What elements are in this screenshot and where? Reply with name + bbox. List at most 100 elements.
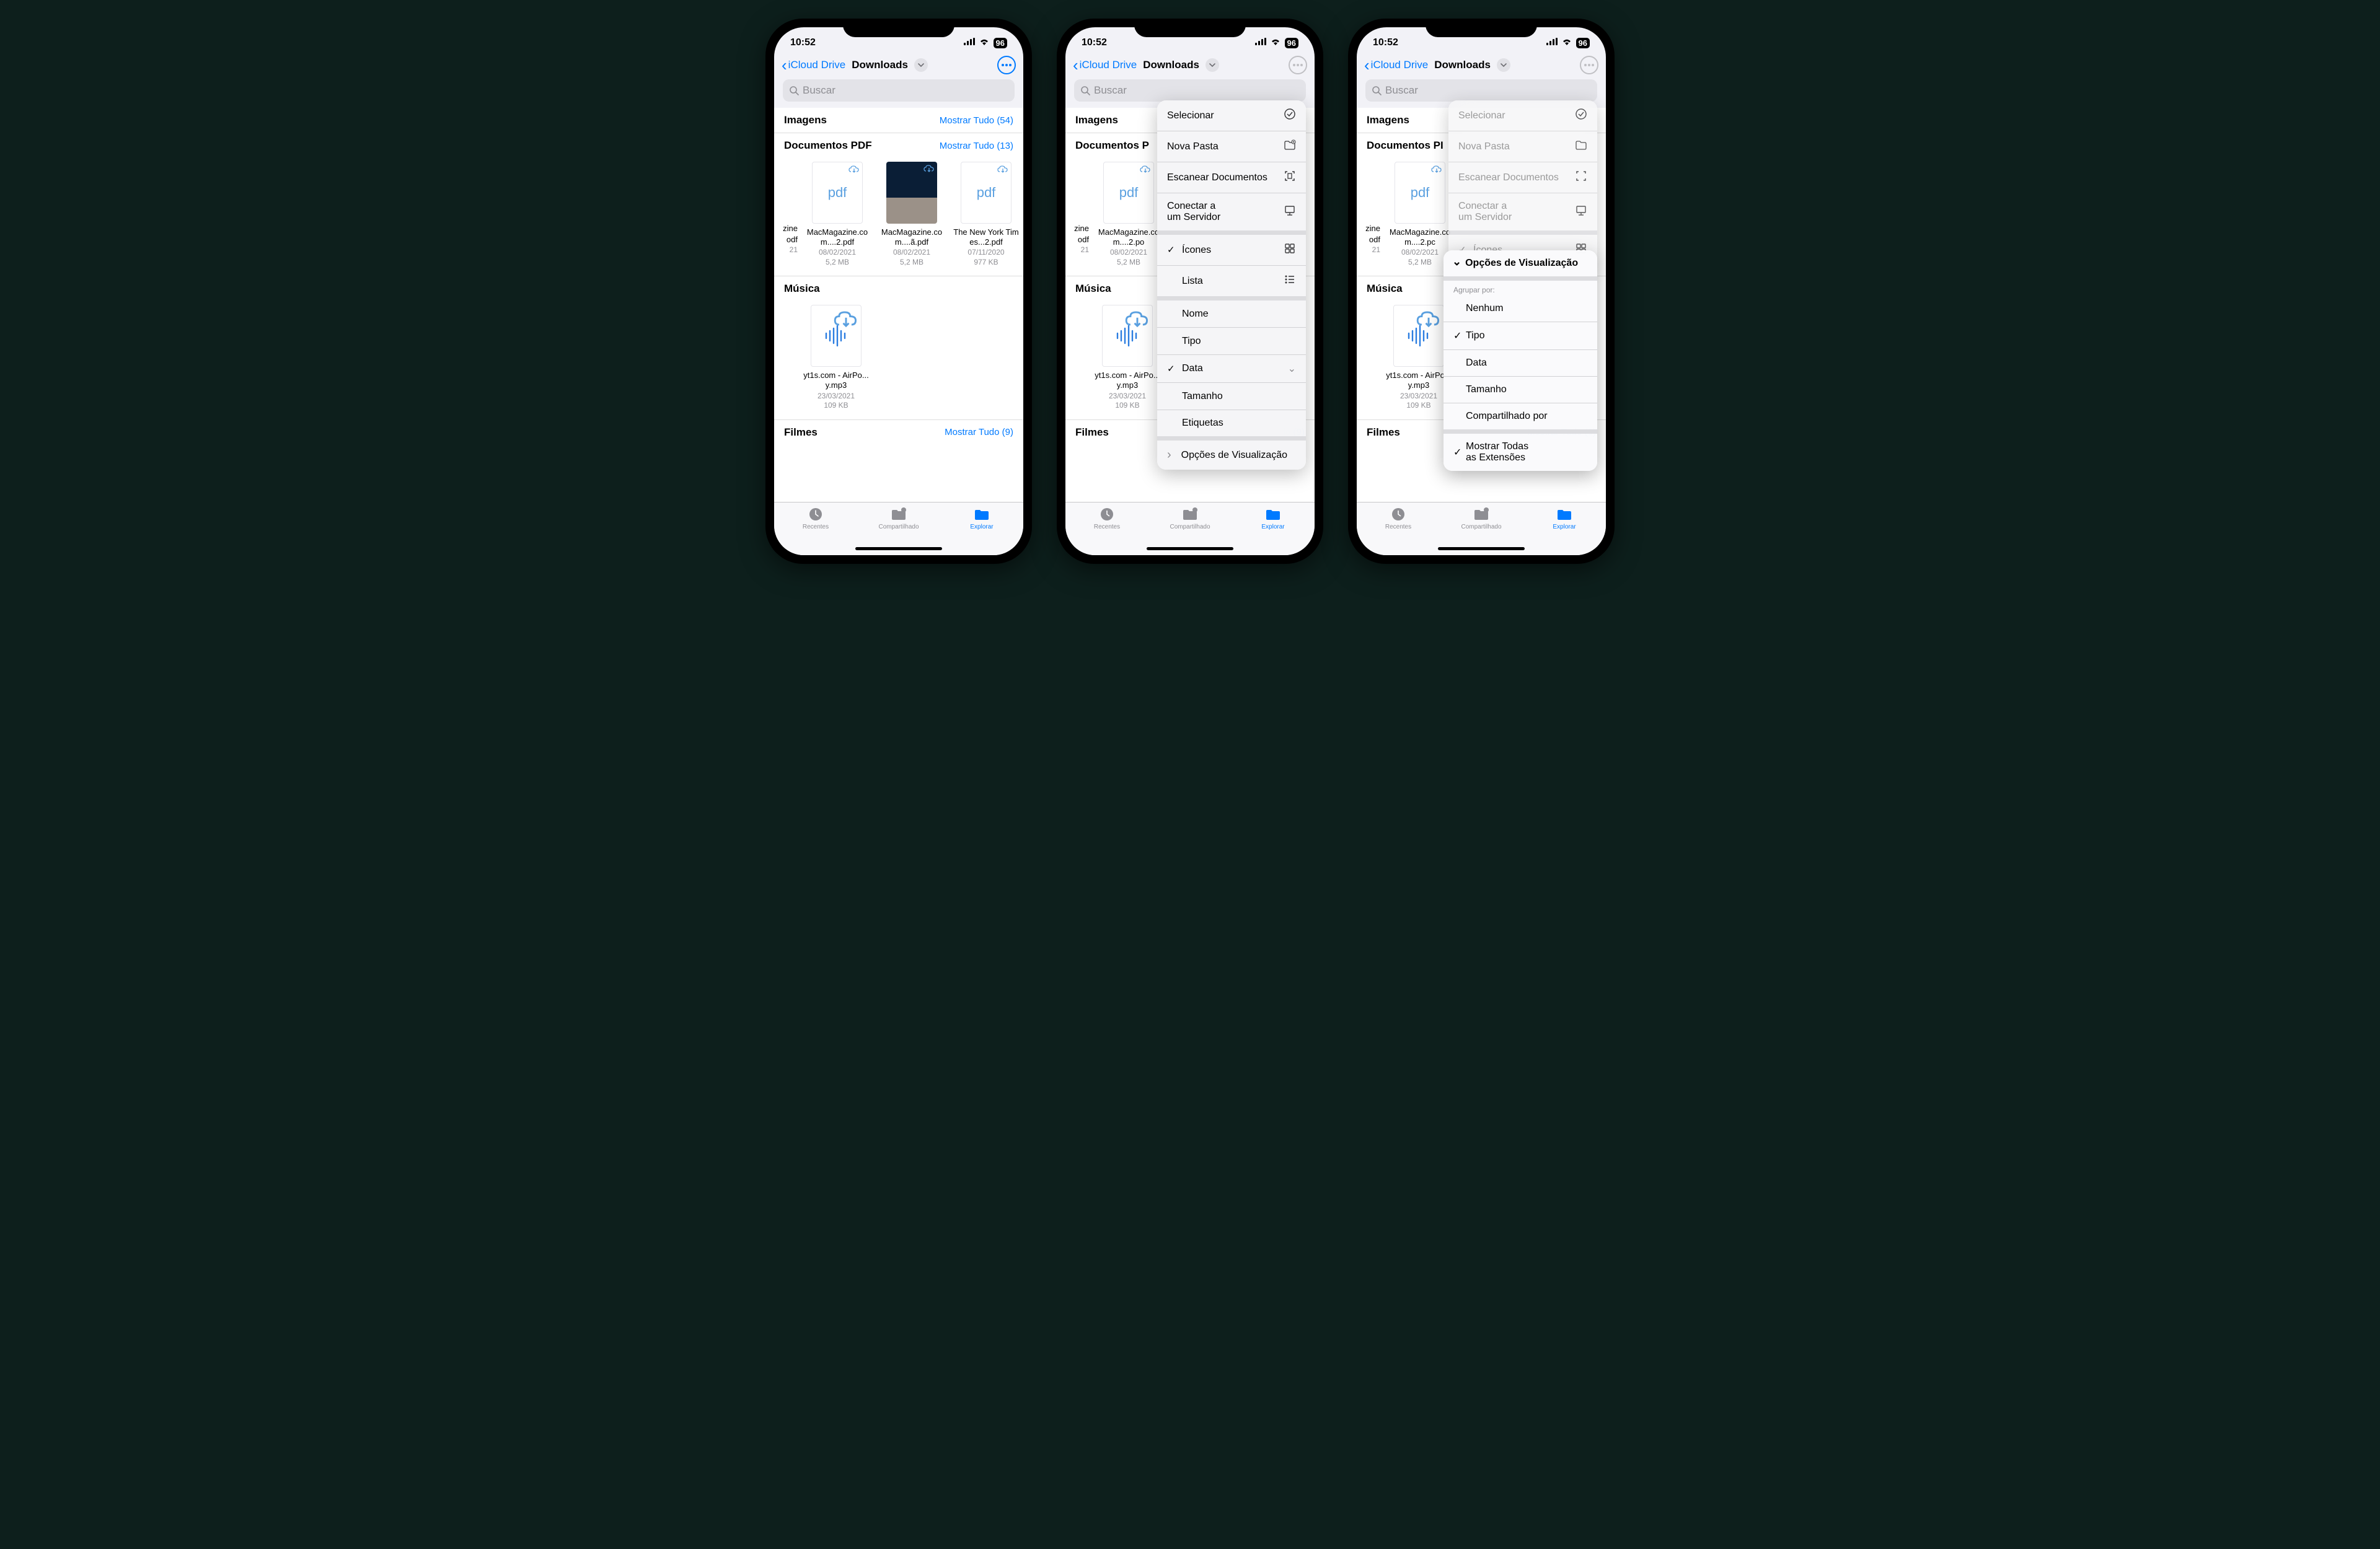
- section-header-imagens: Imagens Mostrar Tudo (54): [774, 108, 1023, 133]
- cellular-signal-icon: [964, 37, 975, 48]
- content-scroll[interactable]: Imagens Mostrar Tudo (54) Documentos PDF…: [774, 108, 1023, 502]
- cloud-download-icon: [1416, 308, 1441, 332]
- title-dropdown-button[interactable]: [1497, 58, 1510, 72]
- group-by-date[interactable]: Data: [1443, 350, 1597, 377]
- more-button[interactable]: [1580, 56, 1598, 74]
- cloud-download-icon: [1125, 308, 1150, 332]
- file-item[interactable]: zineodf21: [1357, 162, 1383, 267]
- tab-browse[interactable]: Explorar: [940, 506, 1023, 555]
- status-time: 10:52: [1373, 37, 1398, 48]
- search-placeholder: Buscar: [803, 84, 835, 97]
- status-time: 10:52: [790, 37, 816, 48]
- folder-person-icon: [890, 506, 907, 522]
- tab-recents[interactable]: Recentes: [1065, 506, 1148, 555]
- show-all-link[interactable]: Mostrar Tudo (13): [940, 141, 1013, 151]
- back-button[interactable]: ‹ iCloud Drive: [782, 57, 845, 73]
- phone-1: 10:52 96 ‹ iCloud Drive Downloads Buscar…: [765, 19, 1032, 564]
- clock-icon: [807, 506, 824, 522]
- files-row-pdf: zine odf 21 pdf MacMagazine.com....2.pdf…: [774, 158, 1023, 276]
- ellipsis-icon: [1002, 64, 1011, 66]
- wifi-icon: [1561, 37, 1572, 48]
- folder-person-icon: [1181, 506, 1199, 522]
- search-field[interactable]: Buscar: [1074, 79, 1306, 102]
- tab-recents[interactable]: Recentes: [774, 506, 857, 555]
- file-item[interactable]: pdf The New York Times...2.pdf 07/11/202…: [949, 162, 1023, 267]
- menu-sort-date[interactable]: Data⌄: [1157, 355, 1306, 383]
- menu-select[interactable]: Selecionar: [1157, 100, 1306, 131]
- folder-icon: [1264, 506, 1282, 522]
- phone-3: 10:52 96 ‹iCloud Drive Downloads Buscar …: [1348, 19, 1615, 564]
- cloud-download-icon: [834, 308, 858, 332]
- file-item[interactable]: zineodf21: [1065, 162, 1091, 267]
- group-by-type[interactable]: Tipo: [1443, 322, 1597, 350]
- home-indicator[interactable]: [1438, 547, 1525, 550]
- search-icon: [1372, 86, 1382, 95]
- group-by-none[interactable]: Nenhum: [1443, 296, 1597, 322]
- file-item[interactable]: pdf MacMagazine.com....2.pc 08/02/2021 5…: [1383, 162, 1457, 267]
- wifi-icon: [1270, 37, 1281, 48]
- section-header-pdf: Documentos PDF Mostrar Tudo (13): [774, 133, 1023, 158]
- notch: [1426, 19, 1537, 37]
- checkmark-icon: [1453, 446, 1466, 459]
- checkmark-icon: [1167, 363, 1176, 375]
- tab-browse[interactable]: Explorar: [1232, 506, 1315, 555]
- cellular-signal-icon: [1255, 37, 1266, 48]
- phone-2: 10:52 96 ‹iCloud Drive Downloads Buscar …: [1057, 19, 1323, 564]
- file-item[interactable]: zine odf 21: [774, 162, 800, 267]
- group-by-shared[interactable]: Compartilhado por: [1443, 403, 1597, 434]
- nav-title: Downloads: [1143, 59, 1199, 71]
- menu-view-list[interactable]: Lista: [1157, 266, 1306, 301]
- wifi-icon: [979, 37, 990, 48]
- home-indicator[interactable]: [855, 547, 942, 550]
- screen: 10:52 96 ‹iCloud Drive Downloads Buscar …: [1065, 27, 1315, 555]
- pdf-thumbnail: pdf: [1395, 162, 1445, 224]
- notch: [1134, 19, 1246, 37]
- folder-person-icon: [1473, 506, 1490, 522]
- menu-view-options[interactable]: Opções de Visualização: [1157, 441, 1306, 470]
- title-dropdown-button[interactable]: [914, 58, 928, 72]
- back-button[interactable]: ‹iCloud Drive: [1364, 57, 1428, 73]
- list-icon: [1284, 273, 1296, 289]
- chevron-left-icon: ‹: [1073, 57, 1078, 73]
- checkmark-icon: [1167, 244, 1176, 256]
- menu-sort-tags[interactable]: Etiquetas: [1157, 410, 1306, 441]
- ellipsis-icon: [1584, 64, 1594, 66]
- file-item[interactable]: yt1s.com - AirPo...y.mp3 23/03/2021 109 …: [1090, 305, 1165, 410]
- image-thumbnail: [886, 162, 937, 224]
- menu-sort-name[interactable]: Nome: [1157, 301, 1306, 328]
- menu-sort-size[interactable]: Tamanho: [1157, 383, 1306, 410]
- title-dropdown-button[interactable]: [1205, 58, 1219, 72]
- nav-bar: ‹ iCloud Drive Downloads: [774, 53, 1023, 79]
- battery-indicator: 96: [1285, 38, 1298, 48]
- chevron-left-icon: ‹: [782, 57, 787, 73]
- more-button[interactable]: [1289, 56, 1307, 74]
- chevron-right-icon: [1167, 448, 1175, 462]
- submenu-title[interactable]: Opções de Visualização: [1443, 250, 1597, 281]
- file-item[interactable]: MacMagazine.com....ã.pdf 08/02/2021 5,2 …: [875, 162, 949, 267]
- context-menu-dimmed: Selecionar Nova Pasta Escanear Documento…: [1448, 100, 1597, 265]
- home-indicator[interactable]: [1147, 547, 1233, 550]
- more-button[interactable]: [997, 56, 1016, 74]
- search-field[interactable]: Buscar: [1365, 79, 1597, 102]
- back-label: iCloud Drive: [788, 59, 846, 71]
- menu-scan-documents: Escanear Documentos: [1448, 162, 1597, 193]
- group-by-size[interactable]: Tamanho: [1443, 377, 1597, 403]
- tab-browse[interactable]: Explorar: [1523, 506, 1606, 555]
- show-all-link[interactable]: Mostrar Tudo (54): [940, 115, 1013, 126]
- menu-connect-server[interactable]: Conectar a um Servidor: [1157, 193, 1306, 235]
- file-item[interactable]: pdf MacMagazine.com....2.po 08/02/2021 5…: [1091, 162, 1166, 267]
- section-title: Música: [784, 283, 820, 295]
- search-field[interactable]: Buscar: [783, 79, 1015, 102]
- menu-view-icons[interactable]: Ícones: [1157, 235, 1306, 266]
- select-circle-icon: [1575, 108, 1587, 123]
- menu-new-folder[interactable]: Nova Pasta: [1157, 131, 1306, 162]
- nav-bar: ‹iCloud Drive Downloads: [1065, 53, 1315, 79]
- menu-scan-documents[interactable]: Escanear Documentos: [1157, 162, 1306, 193]
- show-all-link[interactable]: Mostrar Tudo (9): [945, 427, 1013, 437]
- back-button[interactable]: ‹iCloud Drive: [1073, 57, 1137, 73]
- file-item[interactable]: yt1s.com - AirPo...y.mp3 23/03/2021 109 …: [799, 305, 873, 410]
- file-item[interactable]: pdf MacMagazine.com....2.pdf 08/02/2021 …: [800, 162, 875, 267]
- show-all-extensions[interactable]: Mostrar Todas as Extensões: [1443, 434, 1597, 471]
- tab-recents[interactable]: Recentes: [1357, 506, 1440, 555]
- menu-sort-type[interactable]: Tipo: [1157, 328, 1306, 355]
